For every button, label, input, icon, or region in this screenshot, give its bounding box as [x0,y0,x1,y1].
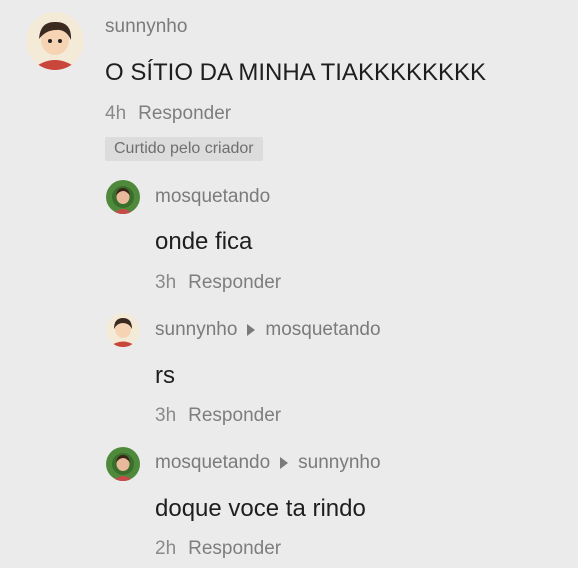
reply-button[interactable]: Responder [138,103,231,124]
reply-arrow-icon [280,457,289,469]
reply-arrow-icon [247,324,256,336]
reply-button[interactable]: Responder [188,405,281,426]
reply-to-user[interactable]: sunnynho [298,452,380,473]
reply-meta: 2h Responder [155,538,281,560]
comment-meta: 4h Responder [105,103,231,125]
avatar[interactable] [106,313,140,347]
avatar[interactable] [106,447,140,481]
avatar[interactable] [106,180,140,214]
reply-to-user[interactable]: mosquetando [265,319,380,340]
reply-button[interactable]: Responder [188,538,281,559]
reply-button[interactable]: Responder [188,272,281,293]
reply-meta: 3h Responder [155,405,281,427]
reply-username: sunnynho mosquetando [155,319,381,341]
reply-time: 2h [155,538,177,559]
liked-by-creator-badge: Curtido pelo criador [105,137,263,161]
reply-text: doque voce ta rindo [155,495,366,522]
reply-meta: 3h Responder [155,272,281,294]
reply-author[interactable]: sunnynho [155,319,237,340]
comment-username[interactable]: sunnynho [105,16,187,38]
avatar[interactable] [26,12,84,70]
reply-username: mosquetando sunnynho [155,452,381,474]
comment-text: O SÍTIO DA MINHA TIAKKKKKKKK [105,59,486,86]
reply-time: 3h [155,405,177,426]
comments-thread: sunnynho O SÍTIO DA MINHA TIAKKKKKKKK 4h… [0,0,578,568]
reply-time: 3h [155,272,177,293]
reply-text: rs [155,362,175,389]
reply-text: onde fica [155,228,253,255]
reply-author[interactable]: mosquetando [155,452,270,473]
reply-username[interactable]: mosquetando [155,186,270,208]
comment-time: 4h [105,103,127,124]
